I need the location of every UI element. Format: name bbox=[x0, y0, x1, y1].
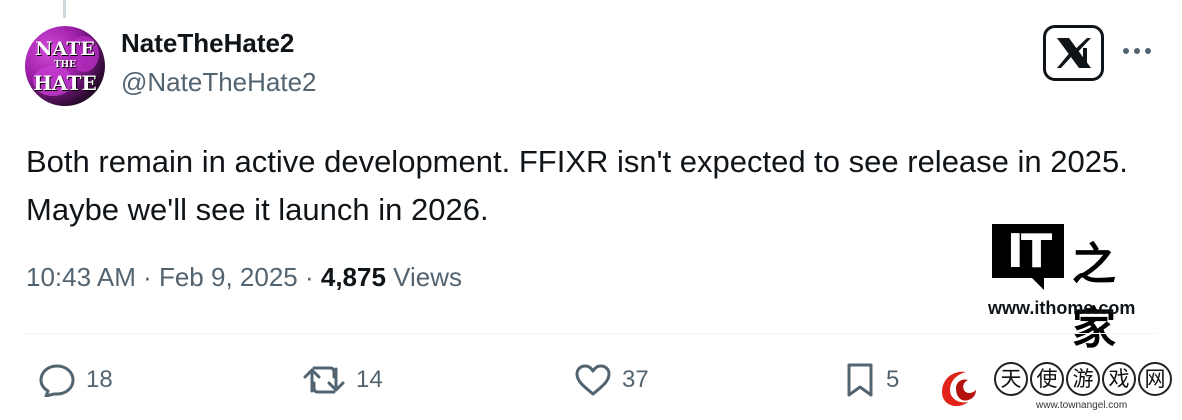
x-logo-icon[interactable] bbox=[1043, 25, 1104, 81]
bookmark-icon bbox=[847, 363, 873, 397]
more-icon[interactable] bbox=[1120, 36, 1154, 66]
repost-count: 14 bbox=[356, 366, 383, 393]
tweet-meta: 10:43 AM · Feb 9, 2025 · 4,875 Views bbox=[26, 262, 462, 293]
avatar[interactable]: NATE THE HATE bbox=[25, 26, 105, 106]
townangel-chars: 天 使 游 戏 网 bbox=[994, 362, 1172, 396]
tweet-text: Both remain in active development. FFIXR… bbox=[26, 144, 1128, 227]
townangel-url: www.townangel.com bbox=[1036, 400, 1128, 411]
townangel-watermark: 天 使 游 戏 网 www.townangel.com bbox=[936, 360, 1176, 416]
like-count: 37 bbox=[622, 366, 649, 393]
tweet-date[interactable]: Feb 9, 2025 bbox=[159, 262, 298, 292]
author-handle[interactable]: @NateTheHate2 bbox=[121, 67, 317, 98]
repost-icon bbox=[303, 366, 345, 394]
townangel-char: 游 bbox=[1066, 362, 1100, 396]
thread-connector-line bbox=[63, 0, 66, 18]
meta-separator: · bbox=[297, 262, 321, 292]
author-display-name[interactable]: NateTheHate2 bbox=[121, 28, 294, 59]
bookmark-count: 5 bbox=[886, 366, 900, 393]
views-count: 4,875 bbox=[320, 262, 386, 292]
avatar-text: THE bbox=[53, 60, 77, 70]
townangel-char: 天 bbox=[994, 362, 1028, 396]
ithome-chinese-text: 之家 bbox=[1072, 239, 1116, 354]
townangel-char: 使 bbox=[1030, 362, 1064, 396]
avatar-text: HATE bbox=[33, 71, 97, 95]
avatar-text: NATE bbox=[35, 38, 95, 60]
ithome-logo: IT bbox=[992, 224, 1064, 290]
repost-button[interactable]: 14 bbox=[302, 362, 383, 398]
ithome-watermark: IT 之家 www.ithome.com bbox=[988, 224, 1158, 354]
tweet-time[interactable]: 10:43 AM bbox=[26, 262, 136, 292]
like-button[interactable]: 37 bbox=[574, 362, 649, 398]
townangel-char: 戏 bbox=[1102, 362, 1136, 396]
ithome-url: www.ithome.com bbox=[988, 298, 1136, 318]
views-label: Views bbox=[385, 262, 463, 292]
like-icon bbox=[575, 364, 611, 396]
reply-count: 18 bbox=[86, 366, 113, 393]
divider bbox=[26, 333, 1156, 334]
meta-separator: · bbox=[135, 262, 159, 292]
reply-icon bbox=[39, 364, 75, 397]
townangel-char: 网 bbox=[1138, 362, 1172, 396]
bookmark-button[interactable]: 5 bbox=[844, 362, 899, 398]
townangel-logo-icon bbox=[938, 366, 982, 410]
reply-button[interactable]: 18 bbox=[38, 362, 113, 398]
